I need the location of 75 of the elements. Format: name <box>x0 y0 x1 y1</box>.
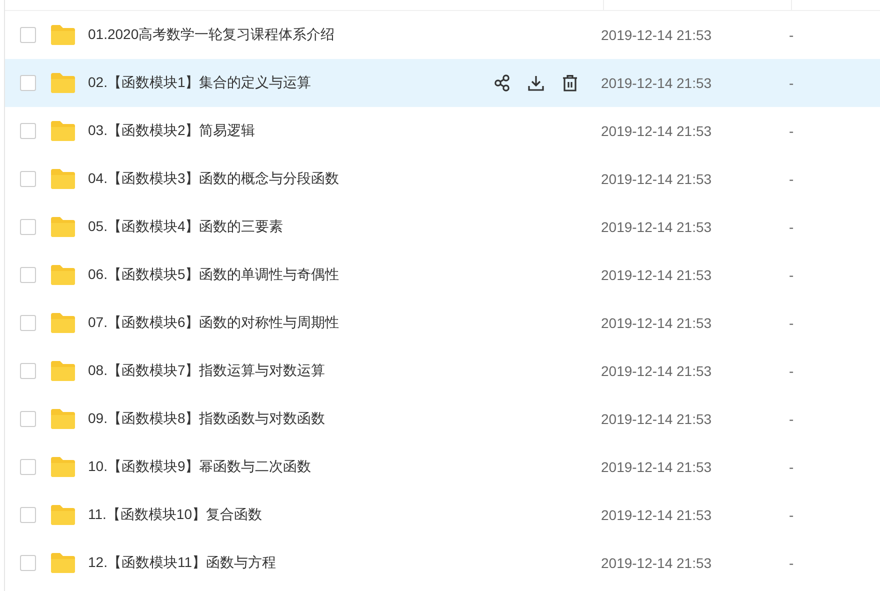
file-row[interactable]: 06.【函数模块5】函数的单调性与奇偶性 2019-12-14 21:53 - <box>5 251 880 299</box>
file-size: - <box>789 219 794 235</box>
file-row[interactable]: 09.【函数模块8】指数函数与对数函数 2019-12-14 21:53 - <box>5 395 880 443</box>
file-name[interactable]: 12.【函数模块11】函数与方程 <box>88 554 493 572</box>
folder-icon <box>50 408 76 430</box>
checkbox[interactable] <box>20 363 36 379</box>
modified-date: 2019-12-14 21:53 <box>601 459 713 475</box>
modified-date: 2019-12-14 21:53 <box>601 315 713 331</box>
checkbox[interactable] <box>20 267 36 283</box>
checkbox[interactable] <box>20 219 36 235</box>
file-size: - <box>789 123 794 139</box>
folder-icon <box>50 72 76 94</box>
file-size: - <box>789 171 794 187</box>
checkbox[interactable] <box>20 123 36 139</box>
file-name[interactable]: 07.【函数模块6】函数的对称性与周期性 <box>88 314 493 332</box>
checkbox[interactable] <box>20 171 36 187</box>
file-name[interactable]: 08.【函数模块7】指数运算与对数运算 <box>88 362 493 380</box>
file-row[interactable]: 02.【函数模块1】集合的定义与运算 2019-12-14 21:53 - <box>5 59 880 107</box>
file-row[interactable]: 04.【函数模块3】函数的概念与分段函数 2019-12-14 21:53 - <box>5 155 880 203</box>
checkbox[interactable] <box>20 507 36 523</box>
file-name[interactable]: 05.【函数模块4】函数的三要素 <box>88 218 493 236</box>
file-size: - <box>789 555 794 571</box>
file-row[interactable]: 08.【函数模块7】指数运算与对数运算 2019-12-14 21:53 - <box>5 347 880 395</box>
file-row[interactable]: 07.【函数模块6】函数的对称性与周期性 2019-12-14 21:53 - <box>5 299 880 347</box>
checkbox[interactable] <box>20 555 36 571</box>
file-name[interactable]: 01.2020高考数学一轮复习课程体系介绍 <box>88 26 493 44</box>
trash-icon[interactable] <box>561 74 579 92</box>
file-name[interactable]: 02.【函数模块1】集合的定义与运算 <box>88 74 493 92</box>
file-name[interactable]: 11.【函数模块10】复合函数 <box>88 506 493 524</box>
modified-date: 2019-12-14 21:53 <box>601 555 713 571</box>
folder-icon <box>50 360 76 382</box>
folder-icon <box>50 456 76 478</box>
checkbox[interactable] <box>20 411 36 427</box>
file-name[interactable]: 06.【函数模块5】函数的单调性与奇偶性 <box>88 266 493 284</box>
file-row[interactable]: 03.【函数模块2】简易逻辑 2019-12-14 21:53 - <box>5 107 880 155</box>
modified-date: 2019-12-14 21:53 <box>601 267 713 283</box>
modified-date: 2019-12-14 21:53 <box>601 507 713 523</box>
file-size: - <box>789 315 794 331</box>
file-row[interactable]: 01.2020高考数学一轮复习课程体系介绍 2019-12-14 21:53 - <box>5 11 880 59</box>
file-name[interactable]: 09.【函数模块8】指数函数与对数函数 <box>88 410 493 428</box>
file-name[interactable]: 04.【函数模块3】函数的概念与分段函数 <box>88 170 493 188</box>
modified-date: 2019-12-14 21:53 <box>601 171 713 187</box>
file-size: - <box>789 363 794 379</box>
modified-date: 2019-12-14 21:53 <box>601 27 713 43</box>
file-name[interactable]: 10.【函数模块9】幂函数与二次函数 <box>88 458 493 476</box>
checkbox[interactable] <box>20 459 36 475</box>
file-row[interactable]: 10.【函数模块9】幂函数与二次函数 2019-12-14 21:53 - <box>5 443 880 491</box>
download-icon[interactable] <box>527 74 545 92</box>
folder-icon <box>50 552 76 574</box>
share-icon[interactable] <box>493 74 511 92</box>
folder-icon <box>50 504 76 526</box>
folder-icon <box>50 216 76 238</box>
checkbox[interactable] <box>20 315 36 331</box>
modified-date: 2019-12-14 21:53 <box>601 363 713 379</box>
checkbox[interactable] <box>20 27 36 43</box>
folder-icon <box>50 24 76 46</box>
file-row[interactable]: 12.【函数模块11】函数与方程 2019-12-14 21:53 - <box>5 539 880 587</box>
folder-icon <box>50 312 76 334</box>
checkbox[interactable] <box>20 75 36 91</box>
file-size: - <box>789 411 794 427</box>
modified-date: 2019-12-14 21:53 <box>601 75 713 91</box>
modified-date: 2019-12-14 21:53 <box>601 411 713 427</box>
modified-date: 2019-12-14 21:53 <box>601 123 713 139</box>
file-row[interactable]: 05.【函数模块4】函数的三要素 2019-12-14 21:53 - <box>5 203 880 251</box>
folder-icon <box>50 120 76 142</box>
file-size: - <box>789 507 794 523</box>
file-size: - <box>789 27 794 43</box>
modified-date: 2019-12-14 21:53 <box>601 219 713 235</box>
file-size: - <box>789 75 794 91</box>
file-size: - <box>789 267 794 283</box>
folder-icon <box>50 264 76 286</box>
file-size: - <box>789 459 794 475</box>
file-name[interactable]: 03.【函数模块2】简易逻辑 <box>88 122 493 140</box>
file-row[interactable]: 11.【函数模块10】复合函数 2019-12-14 21:53 - <box>5 491 880 539</box>
folder-icon <box>50 168 76 190</box>
